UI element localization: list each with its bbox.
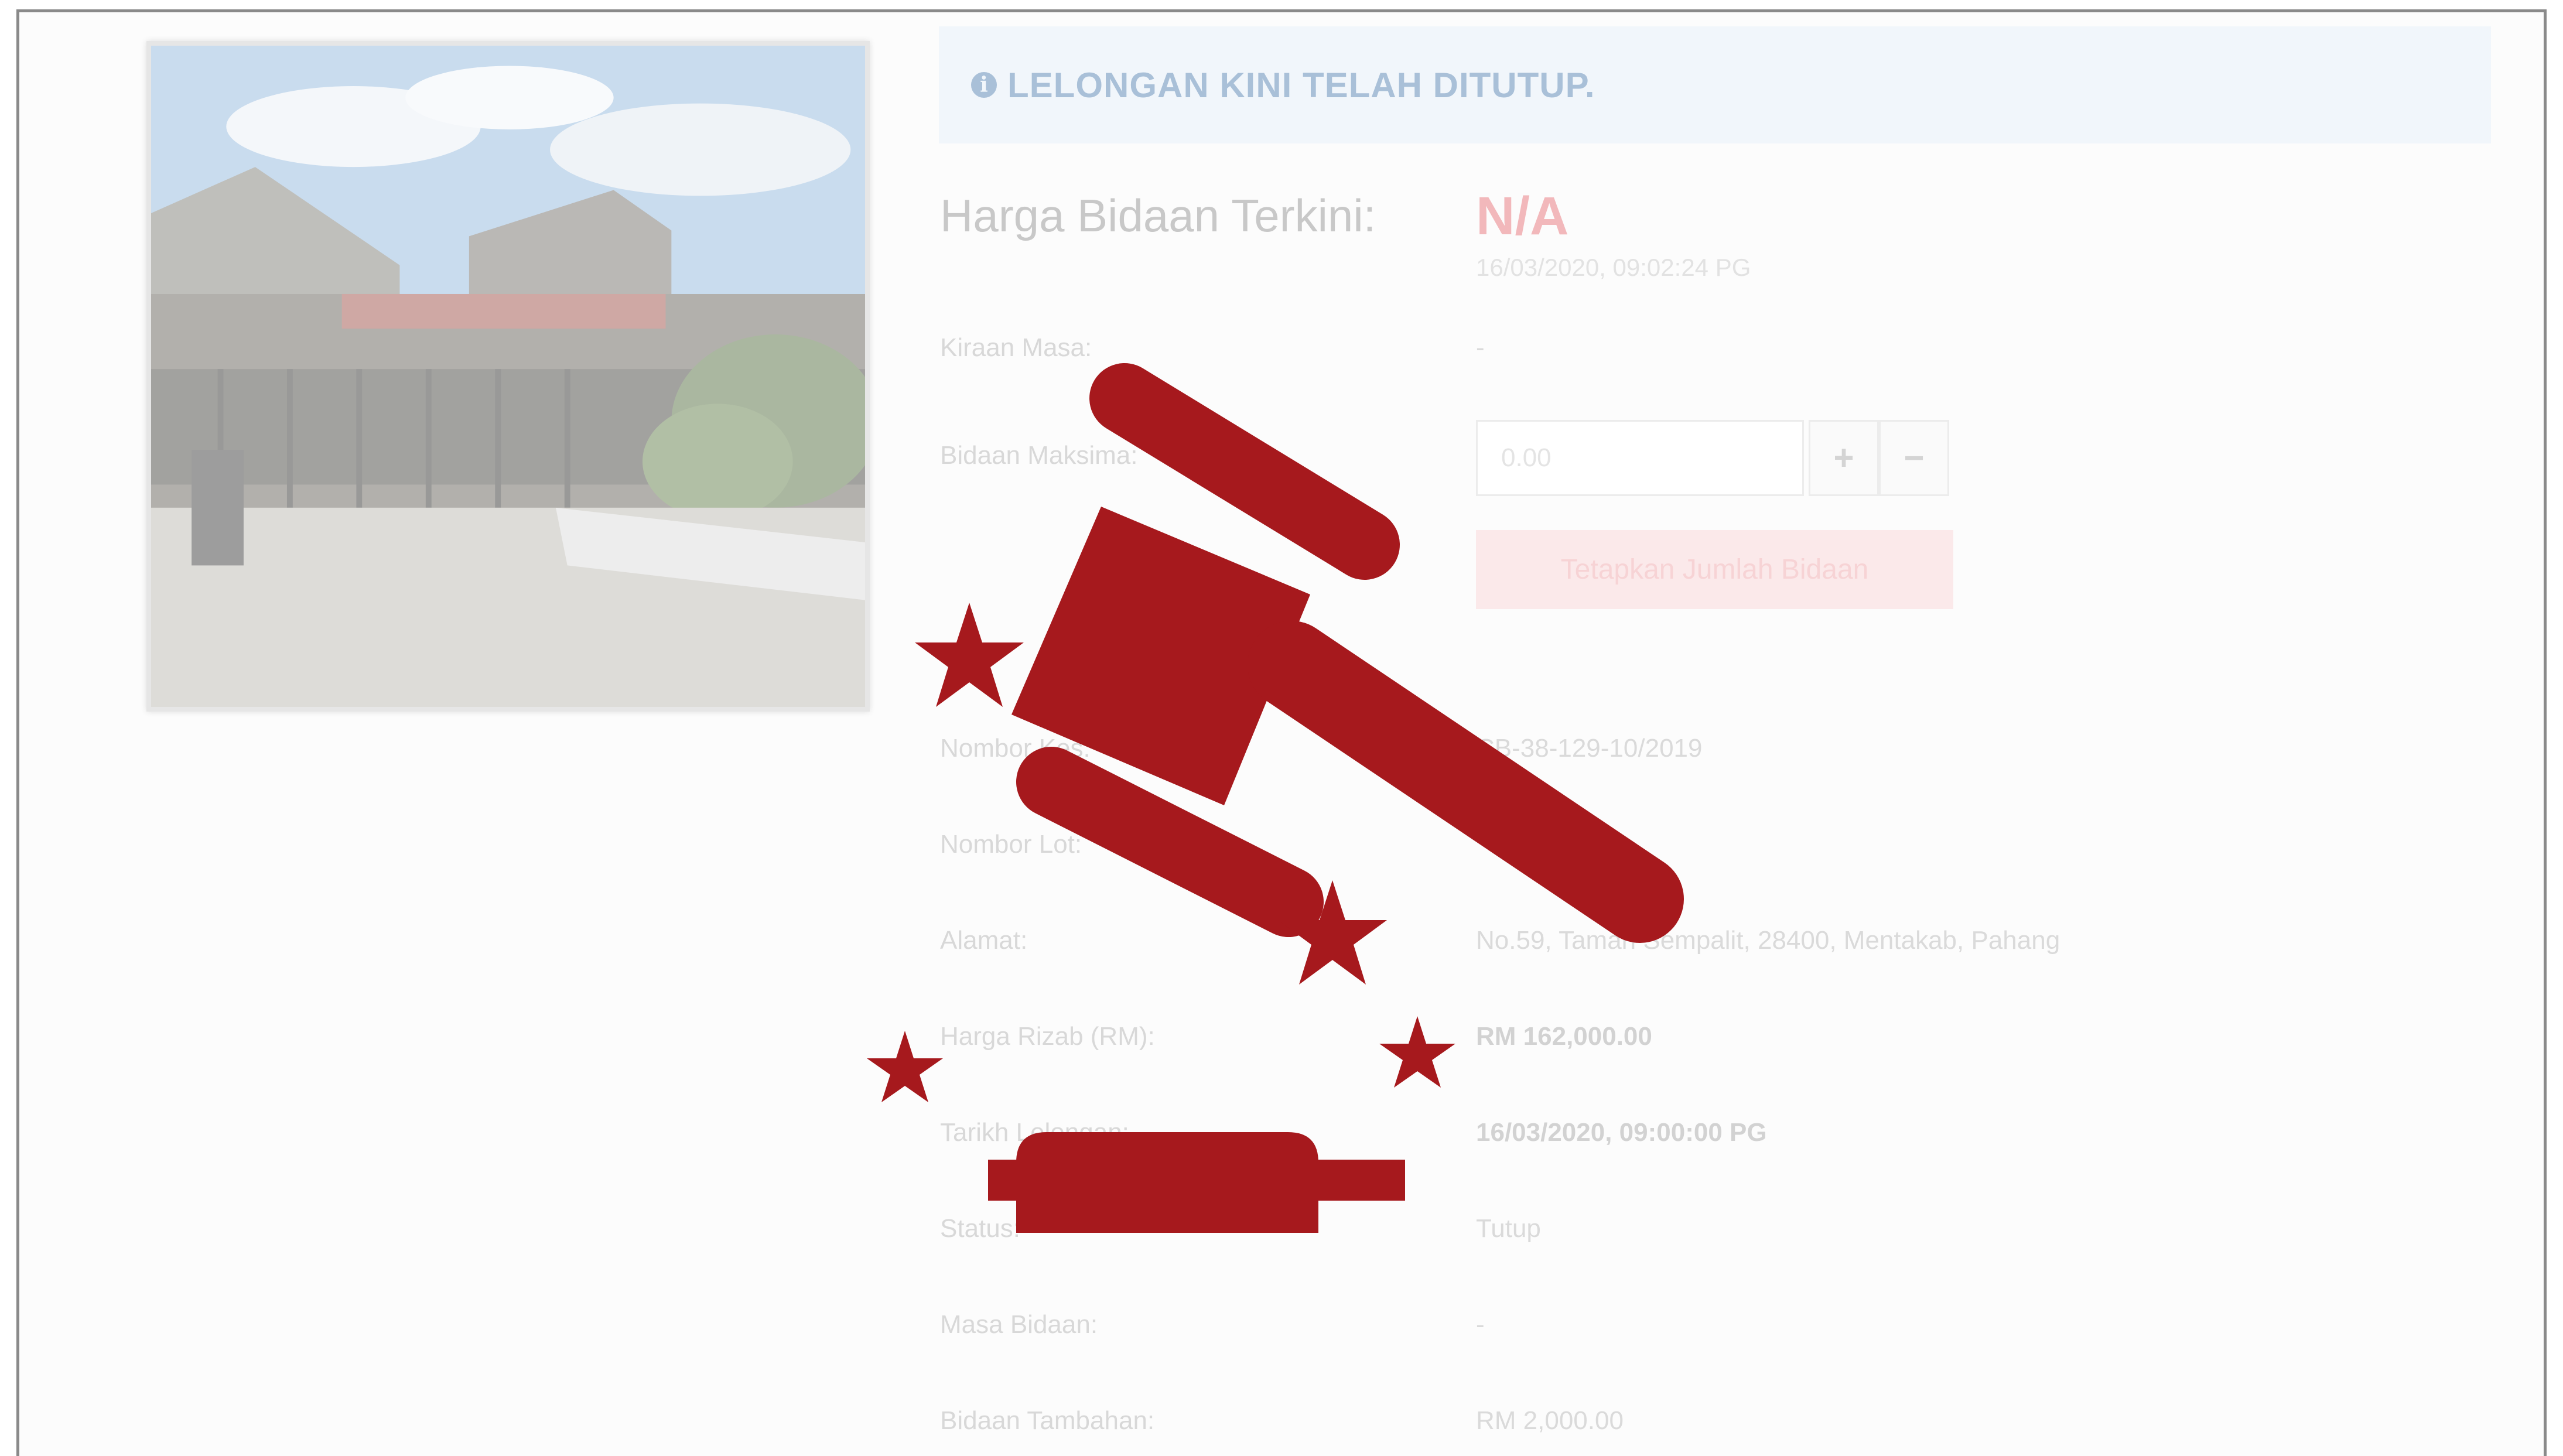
page-frame: i LELONGAN KINI TELAH DITUTUP. Harga Bid…	[16, 9, 2547, 1456]
banner-text: LELONGAN KINI TELAH DITUTUP.	[1007, 65, 1595, 105]
bid-time-label: Masa Bidaan:	[940, 1310, 1098, 1339]
bid-increment-value: RM 2,000.00	[1476, 1406, 1624, 1435]
current-bid-label: Harga Bidaan Terkini:	[940, 190, 1376, 241]
auction-gavel-icon	[867, 363, 1684, 1233]
bid-increment-label: Bidaan Tambahan:	[940, 1406, 1155, 1435]
current-bid-value: N/A	[1476, 186, 1569, 246]
current-bid-datetime: 16/03/2020, 09:02:24 PG	[1476, 254, 1751, 281]
bid-time-value: -	[1476, 1310, 1485, 1339]
increase-bid-button[interactable]: +	[1809, 420, 1879, 496]
property-photo	[146, 41, 870, 712]
info-circle-icon: i	[971, 72, 997, 98]
decrease-bid-button[interactable]: −	[1879, 420, 1949, 496]
photo-fade-overlay	[151, 46, 865, 707]
auction-closed-banner: i LELONGAN KINI TELAH DITUTUP.	[939, 26, 2491, 143]
